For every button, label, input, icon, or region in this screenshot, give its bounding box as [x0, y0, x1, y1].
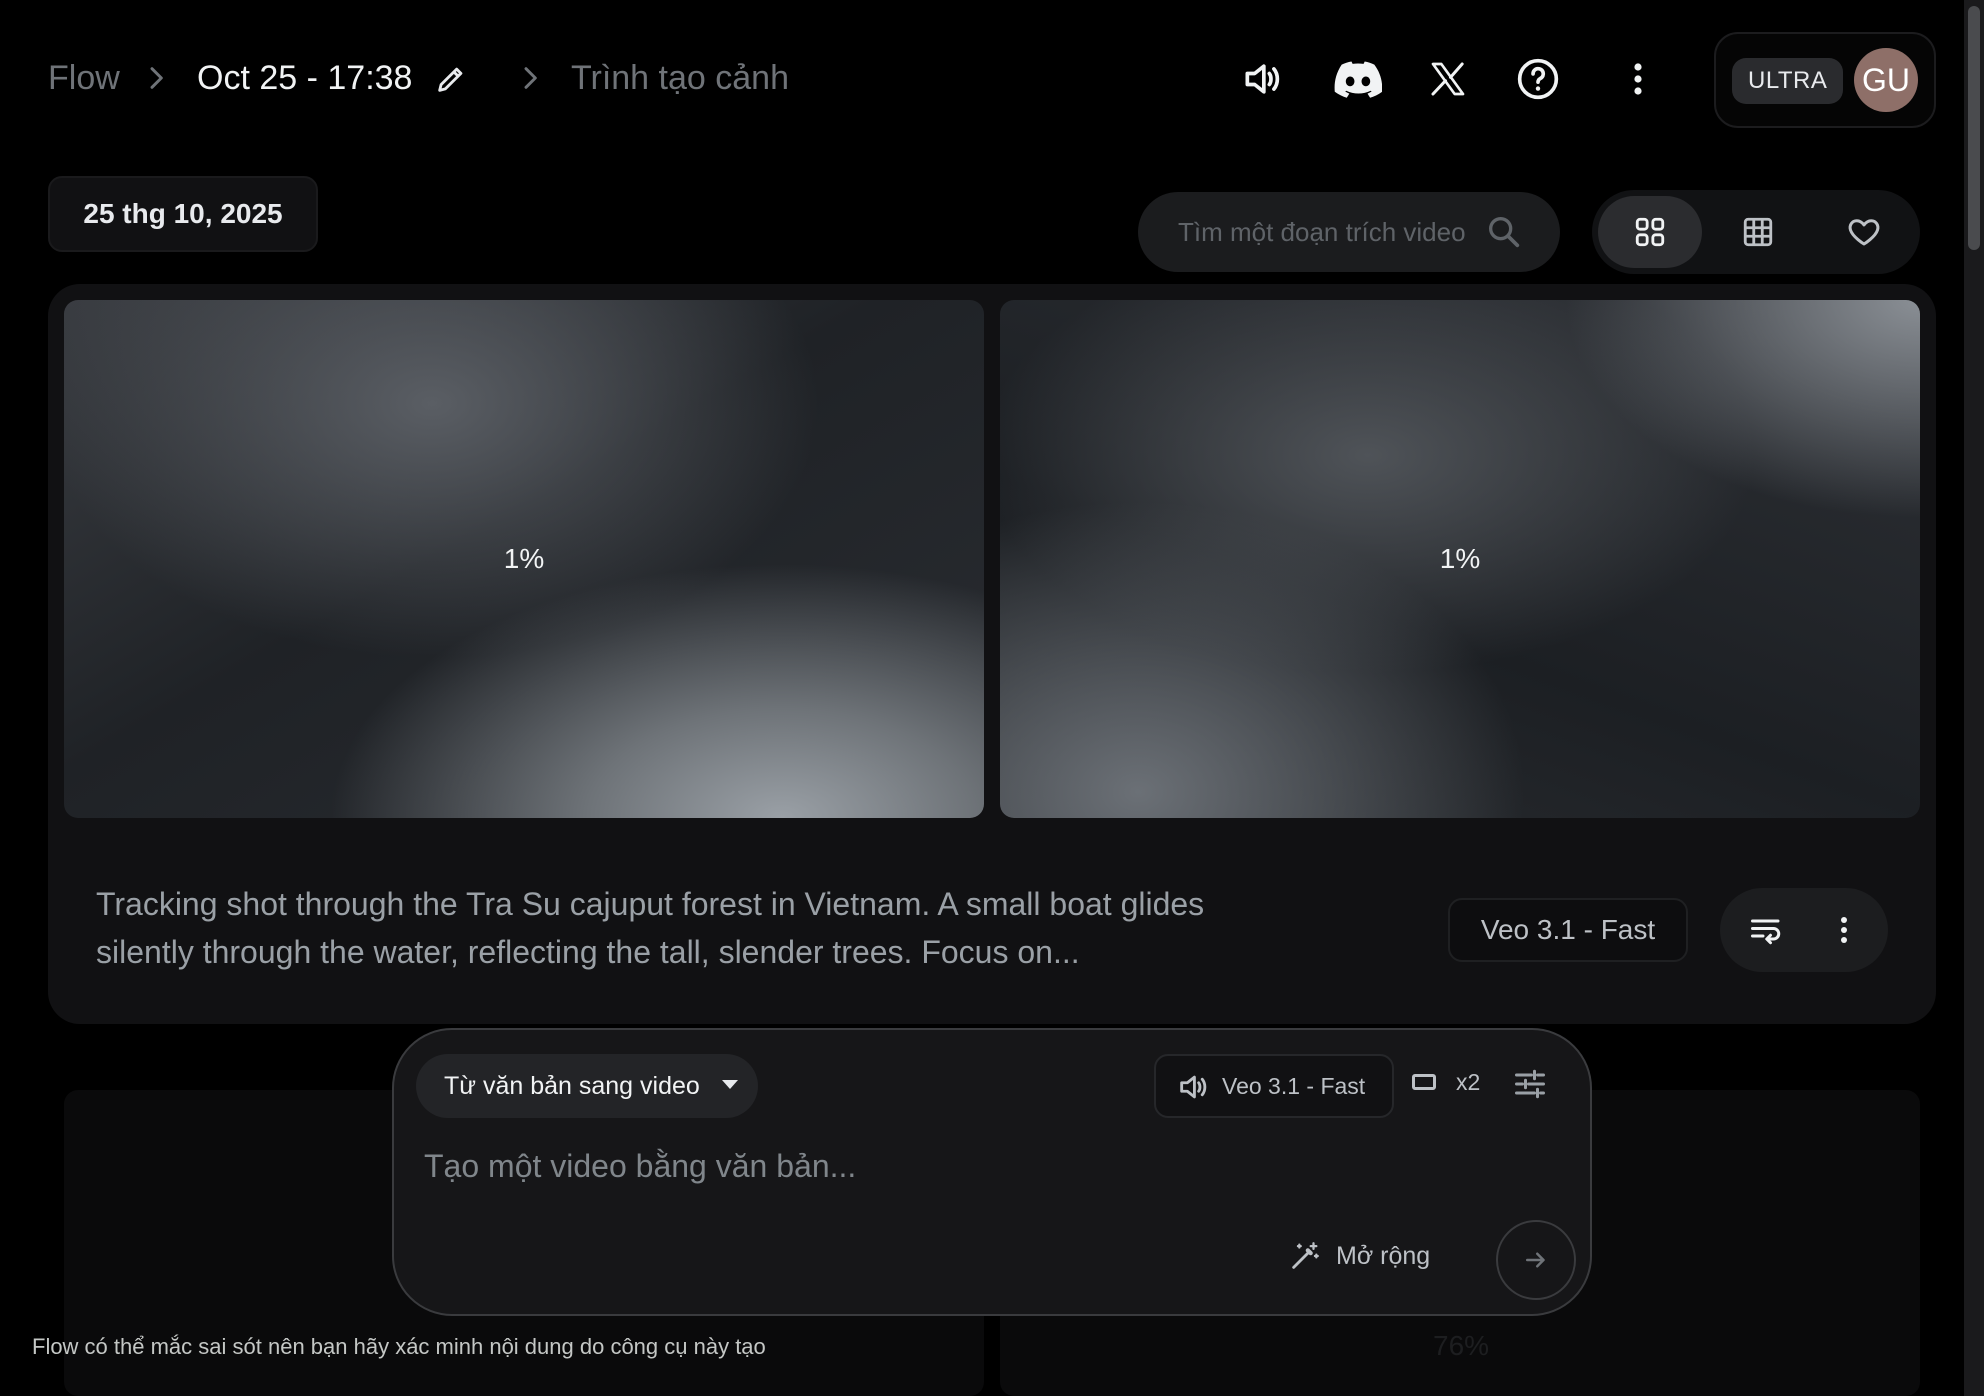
search-input[interactable]	[1178, 210, 1478, 254]
grid-small-icon[interactable]	[1706, 196, 1810, 268]
expand-label: Mở rộng	[1336, 1241, 1431, 1270]
chevron-right-icon	[514, 62, 546, 94]
progress-label: 76%	[1433, 1330, 1490, 1361]
date-group-label: 25 thg 10, 2025	[48, 176, 318, 252]
model-badge: Veo 3.1 - Fast	[1448, 898, 1688, 962]
magic-wand-icon	[1288, 1239, 1322, 1273]
more-vert-icon[interactable]	[1820, 906, 1868, 954]
video-thumbnail[interactable]: 1%	[64, 300, 984, 818]
prompt-text[interactable]: Tracking shot through the Tra Su cajuput…	[96, 880, 1256, 976]
scrollbar[interactable]	[1964, 0, 1984, 1396]
progress-label: 1%	[1439, 543, 1481, 574]
volume-icon	[1176, 1070, 1210, 1104]
account-menu[interactable]: ULTRA GU	[1714, 32, 1936, 128]
breadcrumb-current: Trình tạo cảnh	[571, 59, 789, 97]
model-select[interactable]: Veo 3.1 - Fast	[1154, 1054, 1394, 1118]
generation-card: 1% 1% Tracking shot through the Tra Su c…	[48, 284, 1936, 1024]
clip-search	[1138, 192, 1560, 272]
search-icon[interactable]	[1484, 212, 1524, 252]
mode-select[interactable]: Từ văn bản sang video	[416, 1054, 758, 1118]
arrow-right-icon	[1521, 1245, 1551, 1275]
output-count[interactable]: x2	[1456, 1066, 1480, 1098]
project-title[interactable]: Oct 25 - 17:38	[197, 56, 412, 100]
avatar[interactable]: GU	[1854, 48, 1918, 112]
progress-label: 1%	[503, 543, 545, 574]
discord-icon[interactable]	[1334, 55, 1382, 103]
help-icon[interactable]	[1514, 55, 1562, 103]
card-actions	[1720, 888, 1888, 972]
mode-label: Từ văn bản sang video	[444, 1072, 700, 1100]
scrollbar-thumb[interactable]	[1968, 6, 1980, 250]
send-button[interactable]	[1496, 1220, 1576, 1300]
chevron-right-icon	[140, 62, 172, 94]
volume-icon[interactable]	[1238, 55, 1286, 103]
disclaimer-text: Flow có thể mắc sai sót nên bạn hãy xác …	[32, 1334, 766, 1359]
prompt-composer: Từ văn bản sang video Veo 3.1 - Fast x2 …	[392, 1028, 1592, 1316]
video-thumbnail[interactable]: 1%	[1000, 300, 1920, 818]
reuse-prompt-icon[interactable]	[1742, 906, 1790, 954]
grid-large-icon[interactable]	[1598, 196, 1702, 268]
caret-down-icon	[722, 1080, 738, 1089]
plan-badge: ULTRA	[1732, 58, 1844, 104]
favorite-icon[interactable]	[1812, 196, 1916, 268]
settings-tune-icon[interactable]	[1512, 1066, 1548, 1102]
view-toggle	[1592, 190, 1920, 274]
prompt-input[interactable]	[424, 1140, 1524, 1192]
more-vert-icon[interactable]	[1614, 55, 1662, 103]
x-logo-icon[interactable]	[1424, 55, 1472, 103]
breadcrumb-root[interactable]: Flow	[48, 56, 120, 100]
model-label: Veo 3.1 - Fast	[1222, 1073, 1366, 1099]
top-bar: Flow Oct 25 - 17:38 Trình tạo cảnh ULTRA…	[0, 0, 1984, 160]
aspect-ratio-icon[interactable]	[1412, 1074, 1436, 1090]
expand-button[interactable]: Mở rộng	[1288, 1236, 1430, 1276]
edit-icon[interactable]	[434, 62, 468, 96]
